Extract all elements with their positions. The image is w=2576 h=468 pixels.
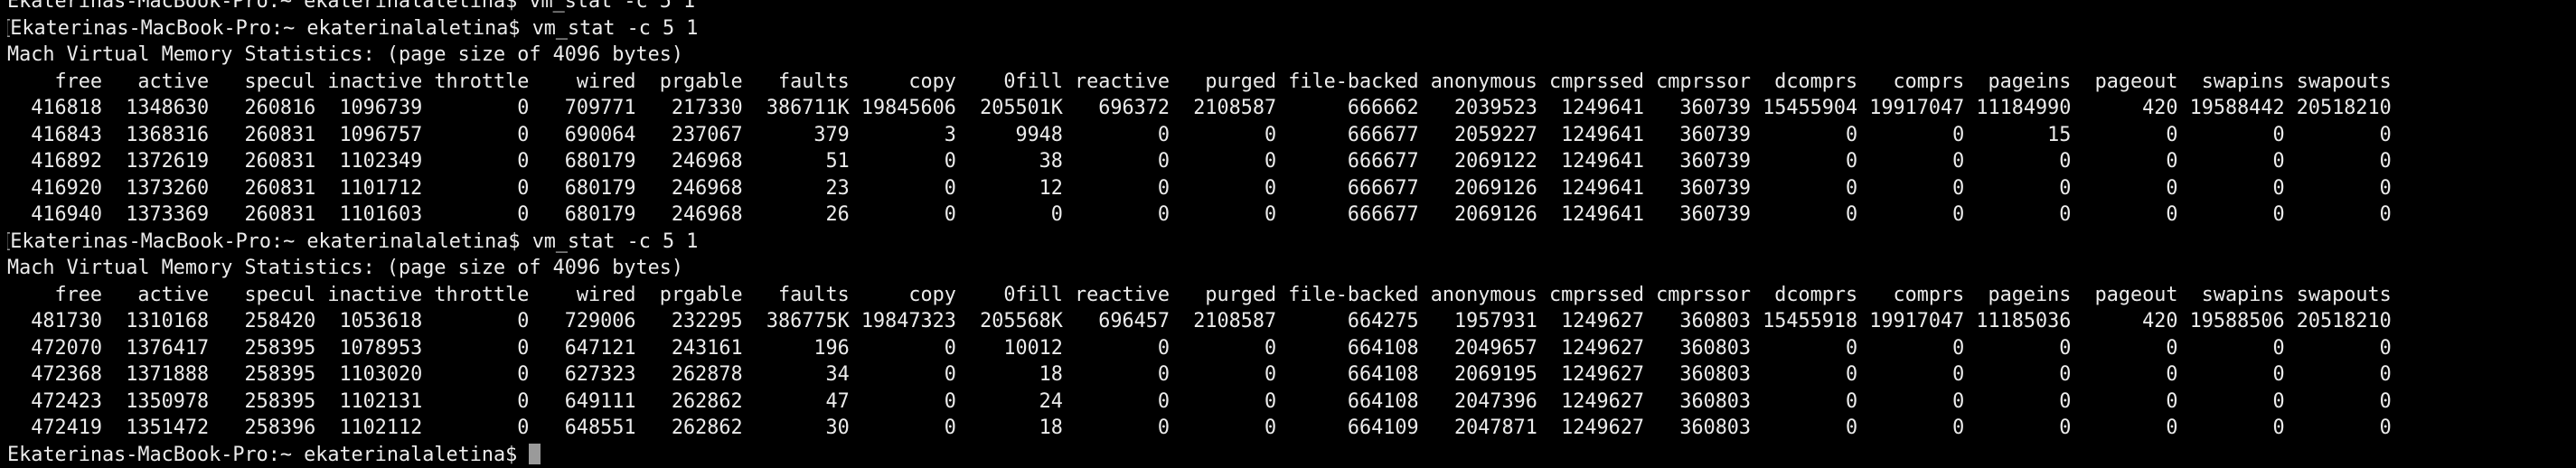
stats-row: 416843 1368316 260831 1096757 0 690064 2… xyxy=(7,122,2576,149)
shell-prompt: Ekaterinas-MacBook-Pro:~ ekaterinalaleti… xyxy=(10,230,520,253)
stats-row-text: 416940 1373369 260831 1101603 0 680179 2… xyxy=(7,203,2392,226)
stats-row-text: 416920 1373260 260831 1101712 0 680179 2… xyxy=(7,177,2392,200)
shell-command: vm_stat -c 5 1 xyxy=(532,230,699,253)
stats-row-text: 481730 1310168 258420 1053618 0 729006 2… xyxy=(7,310,2392,332)
stats-row-text: 416843 1368316 260831 1096757 0 690064 2… xyxy=(7,124,2392,146)
terminal-active-prompt-line[interactable]: Ekaterinas-MacBook-Pro:~ ekaterinalaleti… xyxy=(7,442,2576,468)
terminal-line-partial-top: Ekaterinas-MacBook-Pro:~ ekaterinalaleti… xyxy=(7,0,2576,15)
text-cursor xyxy=(529,444,541,464)
column-headers-text: free active specul inactive throttle wir… xyxy=(7,284,2392,306)
terminal-prompt-line: [Ekaterinas-MacBook-Pro:~ ekaterinalalet… xyxy=(7,229,2576,256)
stats-header-title: Mach Virtual Memory Statistics: (page si… xyxy=(7,255,2576,282)
stats-row: 481730 1310168 258420 1053618 0 729006 2… xyxy=(7,308,2576,335)
terminal-prompt-line: [Ekaterinas-MacBook-Pro:~ ekaterinalalet… xyxy=(7,15,2576,42)
stats-row: 472070 1376417 258395 1078953 0 647121 2… xyxy=(7,335,2576,362)
stats-title-text: Mach Virtual Memory Statistics: (page si… xyxy=(7,257,683,279)
stats-row: 416940 1373369 260831 1101603 0 680179 2… xyxy=(7,201,2576,229)
stats-row-text: 472368 1371888 258395 1103020 0 627323 2… xyxy=(7,363,2392,386)
stats-row: 416818 1348630 260816 1096739 0 709771 2… xyxy=(7,95,2576,122)
stats-title-text: Mach Virtual Memory Statistics: (page si… xyxy=(7,43,683,66)
column-headers-text: free active specul inactive throttle wir… xyxy=(7,70,2392,93)
terminal-output-text: Ekaterinas-MacBook-Pro:~ ekaterinalaleti… xyxy=(7,0,695,13)
stats-row-text: 416892 1372619 260831 1102349 0 680179 2… xyxy=(7,150,2392,173)
stats-row-text: 416818 1348630 260816 1096739 0 709771 2… xyxy=(7,97,2392,119)
stats-row-text: 472419 1351472 258396 1102112 0 648551 2… xyxy=(7,417,2392,439)
terminal-window[interactable]: Ekaterinas-MacBook-Pro:~ ekaterinalaleti… xyxy=(0,0,2576,422)
stats-row-text: 472423 1350978 258395 1102131 0 649111 2… xyxy=(7,390,2392,413)
shell-prompt: Ekaterinas-MacBook-Pro:~ ekaterinalaleti… xyxy=(7,444,529,466)
stats-column-headers: free active specul inactive throttle wir… xyxy=(7,282,2576,309)
stats-row-text: 472070 1376417 258395 1078953 0 647121 2… xyxy=(7,337,2392,360)
stats-column-headers: free active specul inactive throttle wir… xyxy=(7,69,2576,96)
stats-row: 416892 1372619 260831 1102349 0 680179 2… xyxy=(7,148,2576,175)
stats-row: 472423 1350978 258395 1102131 0 649111 2… xyxy=(7,388,2576,416)
stats-header-title: Mach Virtual Memory Statistics: (page si… xyxy=(7,42,2576,69)
stats-row: 472419 1351472 258396 1102112 0 648551 2… xyxy=(7,415,2576,442)
stats-row: 416920 1373260 260831 1101712 0 680179 2… xyxy=(7,175,2576,202)
stats-row: 472368 1371888 258395 1103020 0 627323 2… xyxy=(7,361,2576,388)
shell-prompt: Ekaterinas-MacBook-Pro:~ ekaterinalaleti… xyxy=(10,17,520,40)
shell-command: vm_stat -c 5 1 xyxy=(532,17,699,40)
